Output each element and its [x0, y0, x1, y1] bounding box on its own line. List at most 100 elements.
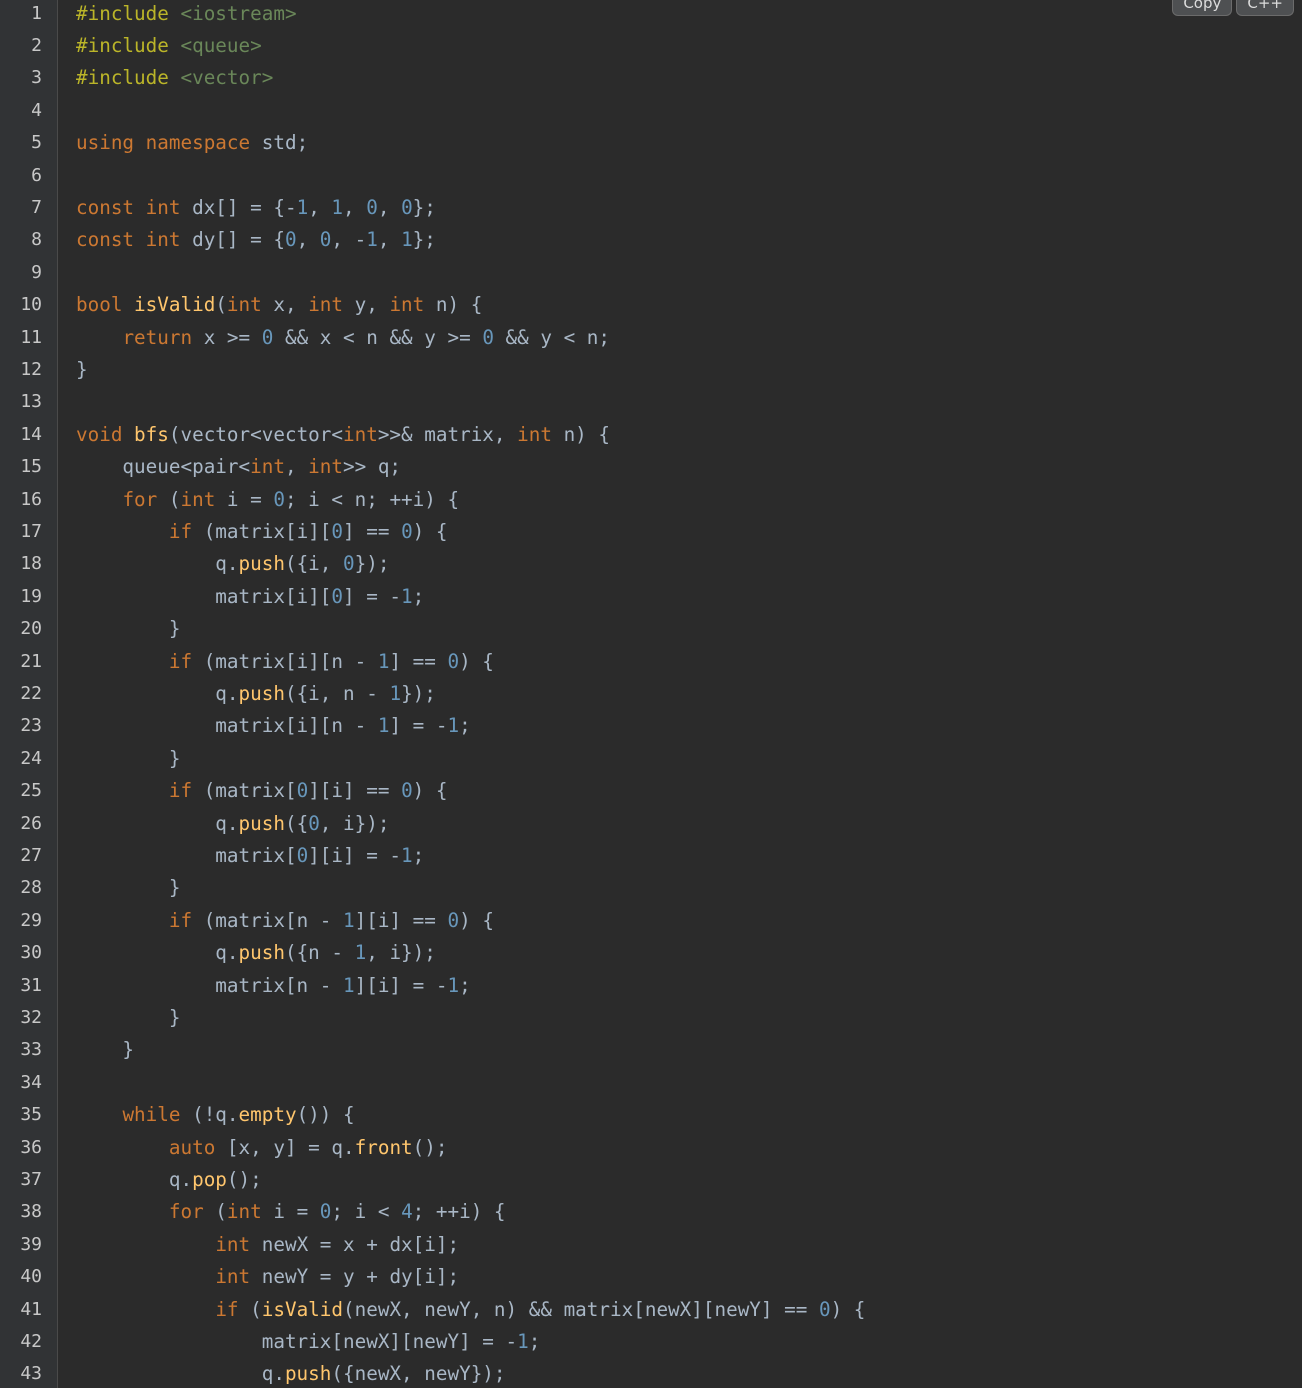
code-line: 39 int newX = x + dx[i]; [0, 1229, 1302, 1261]
line-source: q.push({newX, newY}); [76, 1358, 506, 1388]
line-source: if (isValid(newX, newY, n) && matrix[new… [76, 1294, 865, 1326]
code-token: n) { [551, 422, 611, 446]
code-line: 12} [0, 354, 1302, 386]
line-source: q.push({i, n - 1}); [76, 678, 436, 710]
code-token: newX = x + dx[i]; [250, 1232, 460, 1256]
code-line: 8 const int dy[] = {0, 0, -1, 1}; [0, 224, 1302, 256]
code-token: } [76, 1038, 135, 1062]
code-token: bool [76, 293, 123, 317]
code-token: 1 [377, 649, 390, 673]
code-token: pop [192, 1167, 227, 1191]
line-number: 15 [20, 456, 42, 478]
code-token: queue<pair< [76, 455, 251, 479]
line-source: q.pop(); [76, 1164, 262, 1196]
code-token: int [215, 1232, 251, 1256]
line-number: 2 [31, 34, 42, 56]
code-token: if [168, 779, 193, 803]
code-token: (newX, newY, n) && matrix[newX][newY] == [343, 1297, 819, 1321]
code-line: 17 if (matrix[i][0] == 0) { [0, 516, 1302, 548]
code-token: 1 [401, 228, 413, 252]
code-token: return [122, 325, 193, 349]
code-token: ; [459, 973, 471, 997]
line-source: } [76, 613, 181, 645]
code-token: ( [157, 487, 181, 511]
code-token: }; [412, 228, 436, 252]
code-line: 41 if (isValid(newX, newY, n) && matrix[… [0, 1294, 1302, 1326]
code-line: 13 [0, 386, 1302, 418]
line-number: 42 [20, 1330, 42, 1352]
code-line: 20 } [0, 613, 1302, 645]
code-token: ()) { [296, 1103, 355, 1127]
code-token: push [238, 552, 285, 576]
code-token: int [308, 293, 344, 317]
line-number: 33 [20, 1039, 42, 1061]
code-token: int [180, 487, 216, 511]
code-token: 0 [343, 552, 355, 576]
code-token: ; ++i) { [412, 1200, 506, 1224]
line-source: if (matrix[i][n - 1] == 0) { [76, 646, 494, 678]
code-line: 18 q.push({i, 0}); [0, 548, 1302, 580]
line-number: 31 [20, 974, 42, 996]
code-token: if [168, 519, 193, 543]
code-token: ) { [412, 519, 448, 543]
code-token: ; [459, 714, 471, 738]
code-line: 23 matrix[i][n - 1] = -1; [0, 710, 1302, 742]
code-token: if [168, 649, 193, 673]
line-source: for (int i = 0; i < n; ++i) { [76, 484, 459, 516]
code-token: int [145, 195, 181, 219]
code-token: const [76, 195, 135, 219]
line-source: int newY = y + dy[i]; [76, 1261, 459, 1293]
line-source: } [76, 743, 181, 775]
code-token: 1 [447, 714, 460, 738]
code-token: matrix[n - [76, 973, 343, 997]
line-source: q.push({n - 1, i}); [76, 937, 436, 969]
code-token: ; [412, 584, 425, 608]
code-token: }; [412, 195, 436, 219]
code-token: int [226, 293, 262, 317]
code-token: 1 [366, 228, 378, 252]
code-editor[interactable]: 1 #include <iostream> 2 #include <queue> 3 #i… [0, 0, 1302, 1388]
code-line: 22 q.push({i, n - 1}); [0, 678, 1302, 710]
code-token: matrix[ [76, 843, 297, 867]
code-token: , [296, 228, 320, 252]
code-token: } [76, 357, 88, 381]
code-token: ; i < [331, 1200, 402, 1224]
line-number: 8 [31, 229, 42, 251]
line-number: 43 [20, 1363, 42, 1385]
copy-button[interactable]: Copy [1172, 0, 1233, 16]
line-number: 9 [31, 261, 42, 283]
code-token: (); [412, 1135, 448, 1159]
line-source: while (!q.empty()) { [76, 1099, 355, 1131]
code-token: int [250, 455, 285, 479]
line-number: 32 [20, 1006, 42, 1028]
code-token: ][i] = - [354, 973, 448, 997]
code-token: q. [76, 552, 239, 576]
code-line: 15 queue<pair<int, int>> q; [0, 451, 1302, 483]
code-token: ][i] == [308, 779, 402, 803]
code-line: 3 #include <vector> [0, 62, 1302, 94]
code-token: 1 [401, 584, 413, 608]
code-token: void [76, 422, 123, 446]
line-source: for (int i = 0; i < 4; ++i) { [76, 1196, 506, 1228]
line-source: matrix[newX][newY] = -1; [76, 1326, 541, 1358]
line-source: if (matrix[0][i] == 0) { [76, 775, 448, 807]
code-token: matrix[i][ [76, 584, 332, 608]
code-token: 1 [331, 195, 344, 219]
line-number: 26 [20, 812, 42, 834]
code-token: q. [76, 811, 239, 835]
code-token: }); [401, 681, 436, 705]
line-number: 40 [20, 1266, 42, 1288]
copy-button-label: Copy [1183, 0, 1222, 12]
code-token: (matrix[i][ [192, 519, 332, 543]
code-token: 1 [401, 843, 413, 867]
code-line: 21 if (matrix[i][n - 1] == 0) { [0, 646, 1302, 678]
code-token: q. [76, 681, 239, 705]
code-token: std; [250, 131, 309, 155]
code-token: , i}); [366, 941, 436, 965]
code-line: 6 [0, 160, 1302, 192]
